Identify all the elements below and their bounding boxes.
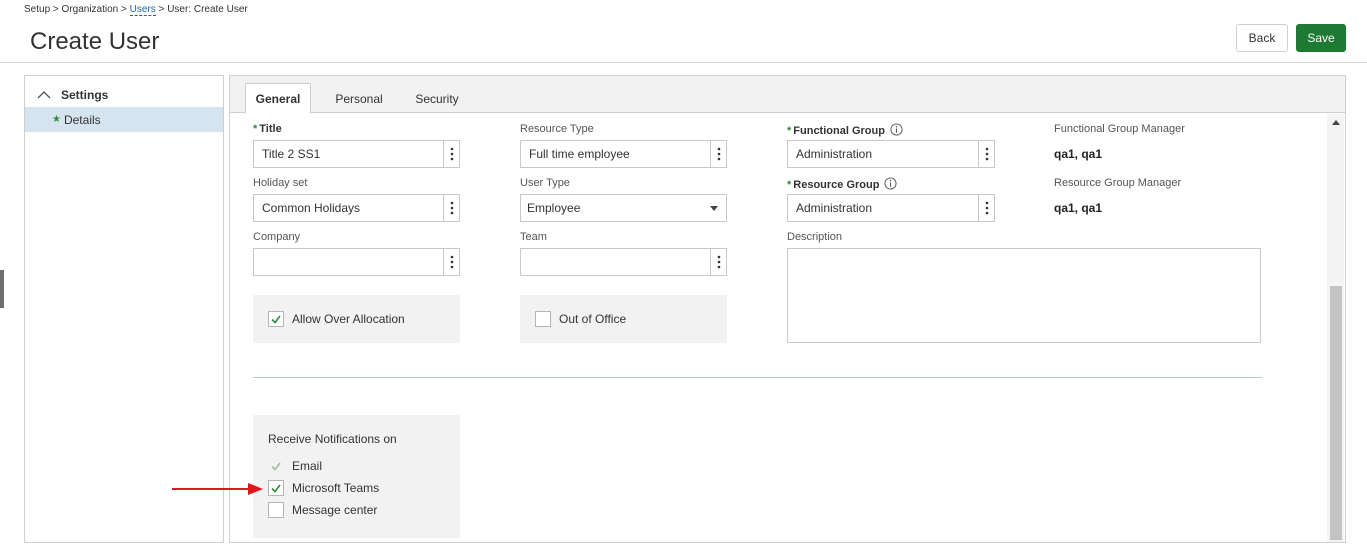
breadcrumb-separator: > (118, 4, 130, 15)
functional-group-manager-value: qa1, qa1 (1054, 147, 1103, 161)
microsoft-teams-label: Microsoft Teams (292, 481, 380, 495)
user-type-select[interactable]: Employee (520, 194, 727, 222)
breadcrumb-separator: > (155, 4, 168, 15)
more-options-icon[interactable] (710, 249, 726, 275)
holiday-set-label: Holiday set (253, 177, 308, 189)
user-type-label: User Type (520, 177, 570, 189)
title-label-text: Title (259, 123, 282, 135)
allow-over-allocation-panel: Allow Over Allocation (253, 295, 460, 343)
microsoft-teams-checkbox[interactable] (268, 480, 284, 496)
notification-option-message-center[interactable]: Message center (268, 502, 377, 518)
section-divider (253, 377, 1262, 378)
star-icon: ★ (52, 114, 61, 125)
allow-over-allocation-checkbox[interactable] (268, 311, 284, 327)
more-options-icon[interactable] (978, 141, 994, 167)
check-icon (271, 484, 281, 493)
team-label: Team (520, 231, 547, 243)
description-label: Description (787, 231, 843, 243)
resource-type-label: Resource Type (520, 123, 594, 135)
required-marker: * (253, 123, 258, 135)
more-options-icon[interactable] (978, 195, 994, 221)
out-of-office-label: Out of Office (559, 312, 627, 326)
resource-type-value: Full time employee (529, 147, 630, 161)
resource-group-field[interactable]: Administration (787, 194, 995, 222)
sidebar-section-settings[interactable]: Settings (25, 84, 223, 106)
allow-over-allocation-option[interactable]: Allow Over Allocation (268, 311, 405, 327)
company-label: Company (253, 231, 301, 243)
functional-group-value: Administration (796, 147, 873, 161)
allow-over-allocation-label: Allow Over Allocation (292, 312, 405, 326)
tab-general[interactable]: General (245, 83, 311, 114)
resource-group-label: * Resource Group (787, 177, 898, 191)
notification-option-email[interactable]: Email (268, 458, 322, 474)
functional-group-label-text: Functional Group (793, 125, 885, 137)
functional-group-field[interactable]: Administration (787, 140, 995, 168)
page-title: Create User (30, 28, 160, 55)
out-of-office-checkbox[interactable] (535, 311, 551, 327)
team-field[interactable] (520, 248, 727, 276)
required-marker: * (787, 179, 792, 191)
resource-group-label-text: Resource Group (793, 179, 880, 191)
breadcrumb-setup[interactable]: Setup (24, 4, 50, 15)
resource-group-manager-label: Resource Group Manager (1054, 177, 1182, 189)
breadcrumb-current: User: Create User (167, 4, 248, 15)
more-options-icon[interactable] (710, 141, 726, 167)
tab-security[interactable]: Security (408, 83, 466, 114)
notifications-title: Receive Notifications on (268, 432, 397, 446)
notification-option-microsoft-teams[interactable]: Microsoft Teams (268, 480, 379, 496)
breadcrumb-separator: > (50, 4, 62, 15)
settings-sidebar: Settings ★ Details (24, 75, 224, 543)
company-field[interactable] (253, 248, 460, 276)
window-edge-marker (0, 270, 4, 308)
info-icon[interactable] (884, 177, 898, 190)
resource-group-value: Administration (796, 201, 873, 215)
notifications-panel: Receive Notifications on Email Microsoft… (253, 415, 460, 538)
title-field[interactable]: Title 2 SS1 (253, 140, 460, 168)
sidebar-item-details[interactable]: ★ Details (25, 107, 223, 132)
breadcrumb-users-link[interactable]: Users (129, 4, 156, 16)
breadcrumb-organization[interactable]: Organization (62, 4, 119, 15)
annotation-arrow-icon (172, 483, 263, 495)
scroll-up-arrow-icon[interactable] (1331, 118, 1341, 128)
tab-personal[interactable]: Personal (328, 83, 390, 114)
functional-group-label: * Functional Group (787, 123, 903, 137)
title-label: * Title (253, 123, 282, 135)
functional-group-manager-label: Functional Group Manager (1054, 123, 1185, 135)
tab-bar: General Personal Security (230, 76, 1345, 114)
message-center-checkbox[interactable] (268, 502, 284, 518)
back-button[interactable]: Back (1236, 24, 1288, 52)
email-label: Email (292, 459, 323, 473)
vertical-scrollbar[interactable] (1327, 114, 1344, 542)
message-center-label: Message center (292, 503, 378, 517)
scrollbar-thumb[interactable] (1330, 286, 1342, 540)
email-checkbox[interactable] (268, 458, 284, 474)
user-type-value: Employee (527, 201, 581, 215)
header-divider (0, 62, 1367, 63)
chevron-up-icon[interactable] (36, 87, 52, 103)
details-panel: General Personal Security * Title Title 2… (229, 75, 1346, 543)
breadcrumb: Setup > Organization > Users > User: Cre… (24, 4, 248, 16)
description-textarea[interactable] (787, 248, 1261, 343)
resource-type-field[interactable]: Full time employee (520, 140, 727, 168)
required-marker: * (787, 125, 792, 137)
info-icon[interactable] (890, 123, 903, 136)
more-options-icon[interactable] (443, 249, 459, 275)
check-icon (271, 462, 281, 471)
save-button[interactable]: Save (1296, 24, 1346, 52)
title-value: Title 2 SS1 (262, 147, 321, 161)
holiday-set-field[interactable]: Common Holidays (253, 194, 460, 222)
check-icon (271, 315, 281, 324)
sidebar-section-label: Settings (61, 88, 109, 102)
resource-group-manager-value: qa1, qa1 (1054, 201, 1103, 215)
more-options-icon[interactable] (443, 141, 459, 167)
caret-down-icon[interactable] (702, 195, 726, 221)
out-of-office-panel: Out of Office (520, 295, 727, 343)
sidebar-item-label: Details (63, 112, 101, 127)
holiday-set-value: Common Holidays (262, 201, 361, 215)
more-options-icon[interactable] (443, 195, 459, 221)
out-of-office-option[interactable]: Out of Office (535, 311, 626, 327)
